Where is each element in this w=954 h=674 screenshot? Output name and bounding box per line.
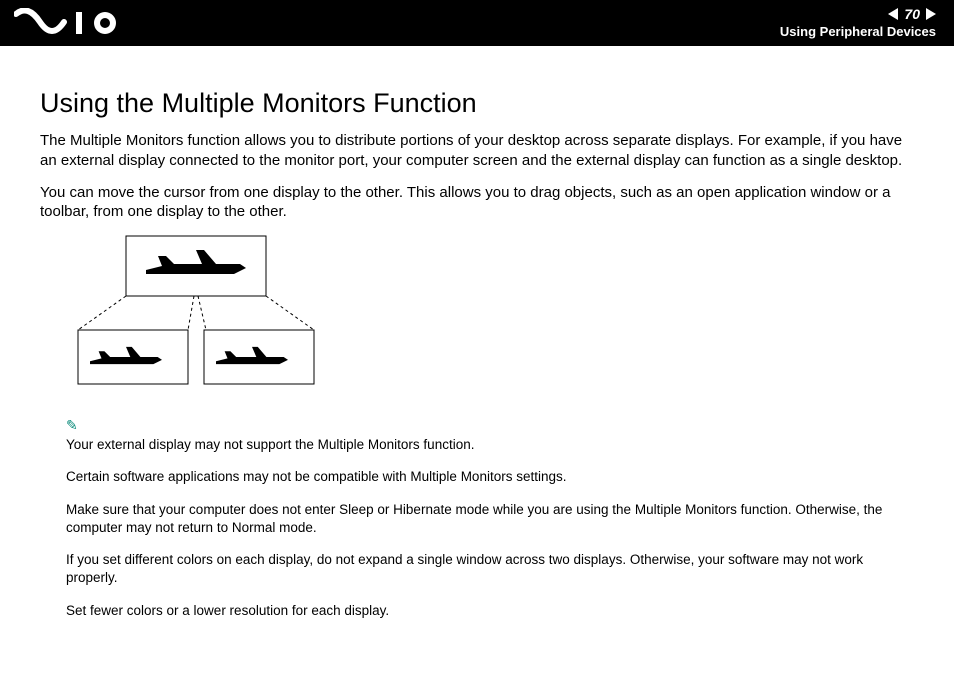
multiple-monitors-diagram <box>66 234 914 399</box>
note-4: If you set different colors on each disp… <box>66 551 914 587</box>
prev-page-icon[interactable] <box>888 8 898 20</box>
page-number: 70 <box>904 6 920 22</box>
note-2: Certain software applications may not be… <box>66 468 914 486</box>
note-5: Set fewer colors or a lower resolution f… <box>66 602 914 620</box>
page-title: Using the Multiple Monitors Function <box>40 88 914 119</box>
note-icon: ✎ <box>66 417 914 434</box>
page-content: Using the Multiple Monitors Function The… <box>0 46 954 620</box>
vaio-logo-icon <box>14 8 132 43</box>
next-page-icon[interactable] <box>926 8 936 20</box>
note-1: Your external display may not support th… <box>66 436 914 454</box>
note-3: Make sure that your computer does not en… <box>66 501 914 537</box>
section-label: Using Peripheral Devices <box>780 24 936 39</box>
intro-paragraph-1: The Multiple Monitors function allows yo… <box>40 131 914 171</box>
intro-paragraph-2: You can move the cursor from one display… <box>40 183 914 223</box>
page-header: 70 Using Peripheral Devices <box>0 0 954 46</box>
